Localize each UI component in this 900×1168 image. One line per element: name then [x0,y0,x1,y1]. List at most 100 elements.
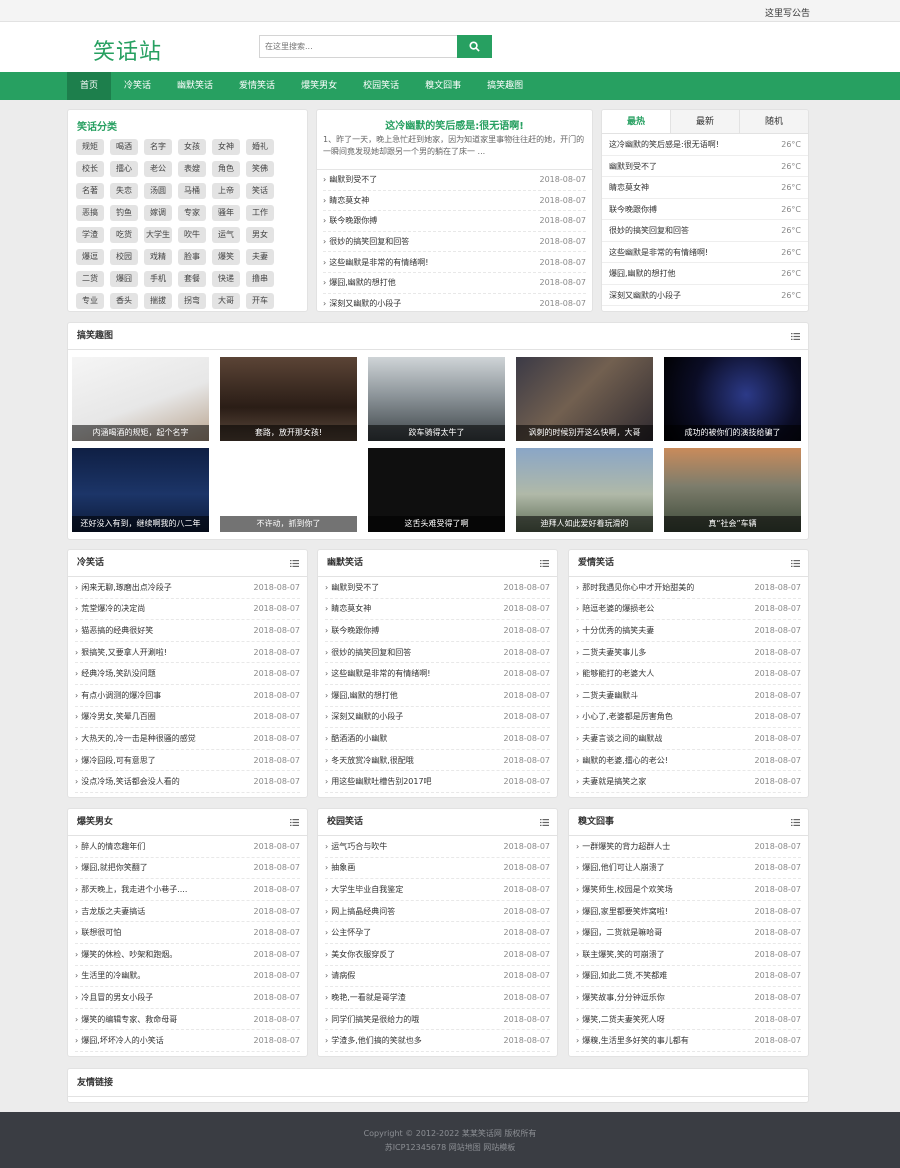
list-item-link[interactable]: 爆囧,坏坏冷人的小笑话 [75,1035,164,1046]
section-title[interactable]: 校园笑话 [327,817,363,827]
list-item-link[interactable]: 联主爆笑,笑的可崩溃了 [576,949,665,960]
ranking-item-link[interactable]: 爆囧,幽默的想打他 [609,263,676,284]
nav-item-5[interactable]: 校园笑话 [350,72,412,100]
list-item-link[interactable]: 猫恶搞的经典很好笑 [75,625,153,636]
category-tag[interactable]: 二货 [76,271,104,287]
list-item-link[interactable]: 那天晚上，我走进个小巷子.... [75,884,187,895]
category-tag[interactable]: 马桶 [178,183,206,199]
nav-item-4[interactable]: 爆笑男女 [288,72,350,100]
list-item-link[interactable]: 很妙的搞笑回复和回答 [325,647,411,658]
list-menu-icon[interactable] [540,560,549,567]
section-title[interactable]: 幽默笑话 [327,558,363,568]
list-item-link[interactable]: 小心了,老婆都是厉害角色 [576,711,673,722]
list-item-link[interactable]: 一群爆笑的背力超群人士 [576,841,670,852]
section-title[interactable]: 爱情笑话 [578,558,614,568]
list-item-link[interactable]: 爆笑师生,校园是个欢笑场 [576,884,673,895]
category-tag[interactable]: 女神 [212,139,240,155]
category-tag[interactable]: 骚年 [212,205,240,221]
ranking-item-link[interactable]: 很妙的搞笑回复和回答 [609,220,689,241]
category-tag[interactable]: 吹牛 [178,227,206,243]
category-tag[interactable]: 快递 [212,271,240,287]
list-item-link[interactable]: 爆笑故事,分分钟逗乐你 [576,992,665,1003]
gallery-item[interactable]: 内涵喝酒的规矩，起个名字 [72,357,209,441]
list-menu-icon[interactable] [290,819,299,826]
nav-item-1[interactable]: 冷笑话 [111,72,164,100]
category-tag[interactable]: 校园 [110,249,138,265]
list-item-link[interactable]: 十分优秀的搞笑夫妻 [576,625,654,636]
list-item-link[interactable]: 这些幽默是非常的有情绪啊! [325,668,430,679]
category-tag[interactable]: 撸串 [246,271,274,287]
category-tag[interactable]: 男女 [246,227,274,243]
notice-link[interactable]: 这里写公告 [765,6,810,19]
category-tag[interactable]: 爆囧 [110,271,138,287]
list-item-link[interactable]: 生活里的冷幽默。 [75,970,145,981]
category-tag[interactable]: 爆逗 [76,249,104,265]
list-item-link[interactable]: 二货夫妻笑事儿多 [576,647,646,658]
category-tag[interactable]: 拐弯 [178,293,206,309]
search-input[interactable] [259,35,457,58]
featured-title[interactable]: 这冷幽默的笑后感是:很无语啊! [317,110,592,134]
gallery-item[interactable]: 跤车骑得太牛了 [368,357,505,441]
ranking-item-link[interactable]: 这冷幽默的笑后感是:很无语啊! [609,134,719,155]
category-tag[interactable]: 汤圆 [144,183,172,199]
footer-links[interactable]: 苏ICP12345678 网站地图 网站模板 [0,1139,900,1153]
section-title[interactable]: 爆笑男女 [77,817,113,827]
category-tag[interactable]: 名著 [76,183,104,199]
list-item-link[interactable]: 幽默到受不了 [323,174,377,185]
category-tag[interactable]: 大学生 [144,227,172,243]
category-tag[interactable]: 失恋 [110,183,138,199]
category-tag[interactable]: 揣拔 [144,293,172,309]
category-tag[interactable]: 规矩 [76,139,104,155]
list-item-link[interactable]: 爆囧,幽默的想打他 [325,690,398,701]
list-item-link[interactable]: 夫妻就是搞笑之家 [576,776,646,787]
list-item-link[interactable]: 那时我遇见你心中才开始甜美的 [576,582,694,593]
list-item-link[interactable]: 同学们搞笑是很给力的哦 [325,1014,419,1025]
category-tag[interactable]: 校长 [76,161,104,177]
ranking-tab-2[interactable]: 随机 [740,110,808,133]
list-item-link[interactable]: 美女你衣服穿反了 [325,949,395,960]
list-item-link[interactable]: 大热天的,冷一击是种很骚的感觉 [75,733,196,744]
list-menu-icon[interactable] [540,819,549,826]
list-item-link[interactable]: 爆囧,幽默的想打他 [323,277,396,288]
category-tag[interactable]: 戏精 [144,249,172,265]
category-tag[interactable]: 香头 [110,293,138,309]
list-item-link[interactable]: 吉龙版之夫妻搞话 [75,906,145,917]
nav-item-2[interactable]: 幽默笑话 [164,72,226,100]
ranking-item-link[interactable]: 联今晚跟你搏 [609,199,657,220]
category-tag[interactable]: 名字 [144,139,172,155]
list-item-link[interactable]: 爆糗,生活里多好笑的事儿都有 [576,1035,689,1046]
list-item-link[interactable]: 冬天放赏冷幽默,很配哦 [325,755,414,766]
gallery-item[interactable]: 讽刺的时候别开这么快啊，大哥 [516,357,653,441]
list-item-link[interactable]: 用这些幽默吐槽告别2017吧 [325,776,431,787]
nav-item-6[interactable]: 糗文囧事 [412,72,474,100]
list-item-link[interactable]: 爆囧,他们可让人崩溃了 [576,862,665,873]
list-item-link[interactable]: 荒堂爆冷的决定尚 [75,603,145,614]
category-tag[interactable]: 手机 [144,271,172,287]
list-menu-icon[interactable] [791,333,800,340]
category-tag[interactable]: 吃货 [110,227,138,243]
category-tag[interactable]: 擂心 [110,161,138,177]
list-item-link[interactable]: 幽默到受不了 [325,582,379,593]
category-tag[interactable]: 夫妻 [246,249,274,265]
list-item-link[interactable]: 网上搞晶经典问答 [325,906,395,917]
list-item-link[interactable]: 运气巧合与吹牛 [325,841,387,852]
gallery-item[interactable]: 不许动，抓到你了 [220,448,357,532]
site-logo[interactable]: 笑话站 [93,34,162,66]
list-item-link[interactable]: 爆笑,二货夫妻笑死人呀 [576,1014,665,1025]
gallery-item[interactable]: 真“社会”车辆 [664,448,801,532]
list-item-link[interactable]: 联今晚跟你搏 [323,215,377,226]
list-item-link[interactable]: 公主怀孕了 [325,927,371,938]
category-tag[interactable]: 笑佛 [246,161,274,177]
category-tag[interactable]: 脸事 [178,249,206,265]
list-item-link[interactable]: 夫妻言谈之间的幽默战 [576,733,662,744]
ranking-item-link[interactable]: 深刻又幽默的小段子 [609,285,681,306]
list-item-link[interactable]: 闲来无聊,琢磨出点冷段子 [75,582,172,593]
category-tag[interactable]: 爆笑 [212,249,240,265]
category-tag[interactable]: 工作 [246,205,274,221]
list-item-link[interactable]: 狠搞笑,又要拿人开涮啦! [75,647,167,658]
category-tag[interactable]: 上帝 [212,183,240,199]
list-item-link[interactable]: 爆冷囧段,可有意思了 [75,755,156,766]
category-tag[interactable]: 学渣 [76,227,104,243]
list-item-link[interactable]: 这些幽默是非常的有情绪啊! [323,257,428,268]
list-item-link[interactable]: 晚艳,一看就是哥学渣 [325,992,406,1003]
